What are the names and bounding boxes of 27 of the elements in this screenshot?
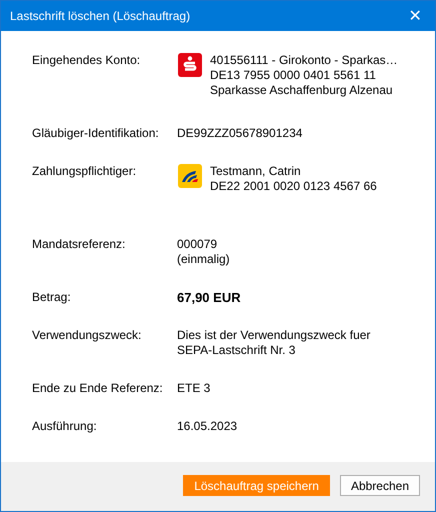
field-value: 000079 — [177, 237, 218, 252]
field-value: DE99ZZZ05678901234 — [177, 126, 302, 141]
cancel-button[interactable]: Abbrechen — [340, 475, 420, 496]
field-value: Dies ist der Verwendungszweck fuer — [177, 328, 370, 343]
field-label: Ende zu Ende Referenz: — [32, 381, 164, 396]
field-label: Verwendungszweck: — [32, 328, 142, 344]
field-label: Eingehendes Konto: — [32, 53, 142, 69]
field-value: 401556111 - Girokonto - Sparkas… — [210, 53, 398, 68]
close-button[interactable]: ✕ — [405, 6, 425, 26]
save-button[interactable]: Löschauftrag speichern — [183, 475, 330, 496]
field-value: Sparkasse Aschaffenburg Alzenau — [210, 83, 394, 98]
field-label: Ausführung: — [32, 419, 98, 434]
field-label: Gläubiger-Identifikation: — [32, 126, 160, 141]
field-value: 67,90 EUR — [177, 290, 241, 305]
bank-logo-icon — [177, 163, 203, 189]
bank-logo-icon — [177, 52, 203, 78]
field-value: (einmalig) — [177, 252, 230, 267]
field-value: DE22 2001 0020 0123 4567 66 — [210, 179, 377, 194]
field-label: Mandatsreferenz: — [32, 237, 126, 253]
field-label: Zahlungspflichtiger: — [32, 164, 138, 180]
field-value: DE13 7955 0000 0401 5561 11 — [210, 68, 377, 83]
field-value: 16.05.2023 — [177, 419, 238, 434]
field-value: Testmann, Catrin — [210, 164, 302, 179]
field-value: ETE 3 — [177, 381, 210, 396]
field-label: Betrag: — [32, 290, 72, 305]
field-value: SEPA-Lastschrift Nr. 3 — [177, 343, 296, 358]
window-title: Lastschrift löschen (Löschauftrag) — [10, 9, 190, 23]
